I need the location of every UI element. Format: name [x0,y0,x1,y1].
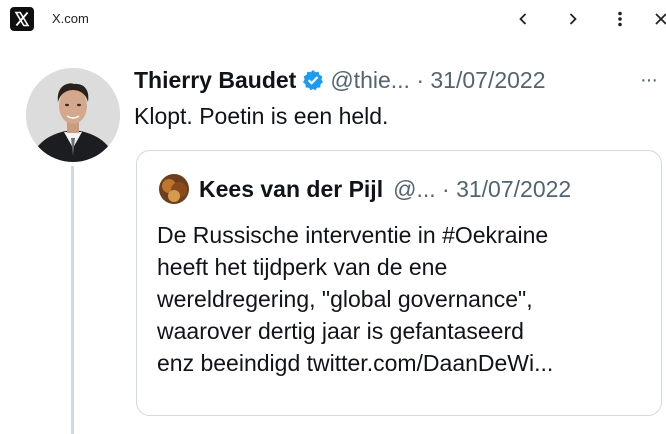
quote-header: Kees van der Pijl @... · 31/07/2022 [159,171,649,207]
close-icon[interactable] [648,6,666,32]
separator-dot: · [416,67,424,93]
x-logo-icon [10,7,34,31]
verified-badge-icon [302,65,324,101]
quote-text: De Russische interventie in #Oekraine he… [157,219,652,379]
author-name[interactable]: Thierry Baudet [134,67,296,93]
avatar[interactable] [26,68,120,162]
quote-date[interactable]: 31/07/2022 [456,176,571,202]
quote-text-line[interactable]: enz beeindigd twitter.com/DaanDeWi... [157,347,652,379]
quote-author-name[interactable]: Kees van der Pijl [199,176,383,202]
browser-top-bar: X.com [0,0,666,38]
quote-text-line: wereldregering, "global governance", [157,286,533,312]
more-options-icon[interactable]: ··· [640,62,658,98]
quote-tweet-card[interactable]: Kees van der Pijl @... · 31/07/2022 De Ru… [136,150,662,416]
quote-text-line: waarover dertig jaar is gefantaseerd [157,318,524,344]
quote-author-handle[interactable]: @... [393,176,436,202]
kebab-menu-icon[interactable] [607,6,633,32]
quote-avatar[interactable] [159,174,189,204]
quote-text-line: heeft het tijdperk van de ene [157,254,448,280]
quote-separator-dot: · [442,176,450,202]
tweet-header: Thierry Baudet @thie... · 31/07/2022 [134,62,666,98]
chevron-left-icon[interactable] [510,6,536,32]
site-title: X.com [52,11,89,26]
tweet-date[interactable]: 31/07/2022 [430,67,545,93]
chevron-right-icon[interactable] [560,6,586,32]
author-handle[interactable]: @thie... [330,67,410,93]
quote-text-line: De Russische interventie in #Oekraine [157,222,549,248]
thread-line [71,166,74,434]
page: X.com Thierry Baudet @thie... · 31/07/20… [0,0,666,434]
tweet-text: Klopt. Poetin is een held. [134,103,389,129]
